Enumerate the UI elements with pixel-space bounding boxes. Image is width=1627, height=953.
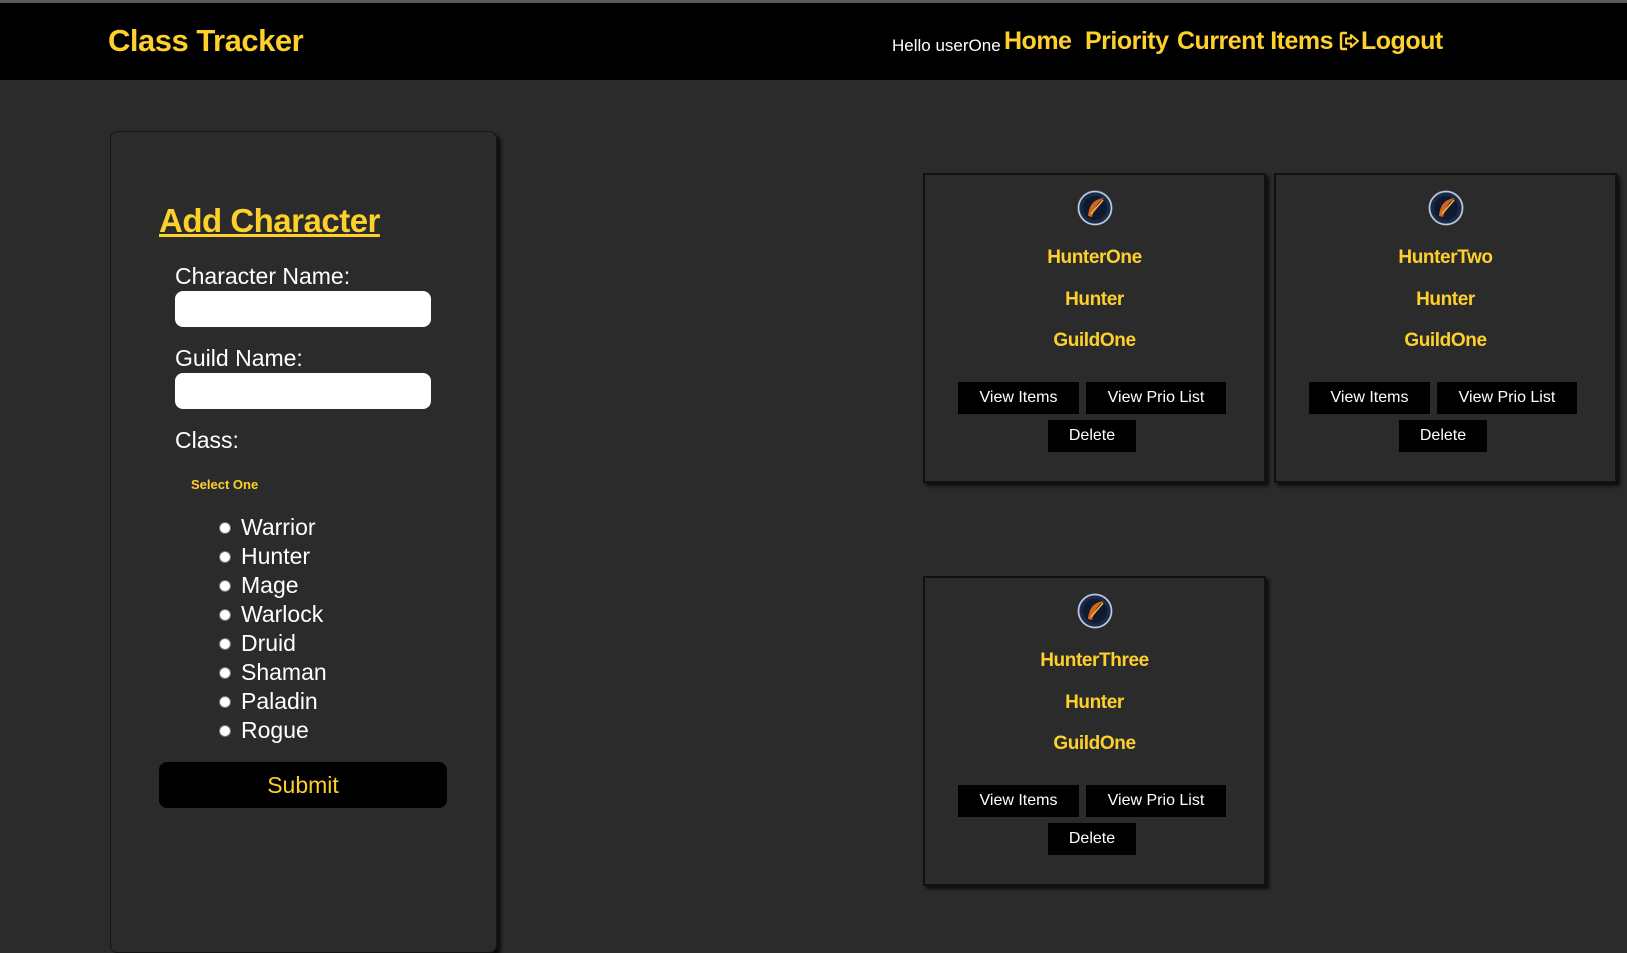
character-name-label: Character Name: [175,263,351,289]
class-option-shaman[interactable]: Shaman [219,658,327,687]
character-name: HunterTwo [1398,247,1493,268]
guild-name-label: Guild Name: [175,345,303,371]
class-option-rogue[interactable]: Rogue [219,716,327,745]
class-label: Class: [175,427,239,453]
user-greeting: Hello userOne [892,36,1001,55]
class-option-mage[interactable]: Mage [219,571,327,600]
radio-button[interactable] [219,579,231,592]
submit-button[interactable]: Submit [159,762,447,808]
radio-button[interactable] [219,521,231,534]
delete-button[interactable]: Delete [1048,823,1136,855]
view-items-button[interactable]: View Items [958,382,1079,414]
radio-button[interactable] [219,724,231,737]
guild-name-input[interactable] [175,373,431,409]
form-title: Add Character [159,202,380,239]
class-option-label: Paladin [241,688,318,714]
view-items-button[interactable]: View Items [1309,382,1430,414]
character-guild: GuildOne [1053,733,1136,754]
class-option-label: Mage [241,572,299,598]
view-prio-list-button[interactable]: View Prio List [1086,785,1226,817]
view-prio-list-button[interactable]: View Prio List [1086,382,1226,414]
nav-link-home[interactable]: Home [1004,27,1072,56]
view-items-button[interactable]: View Items [958,785,1079,817]
delete-button[interactable]: Delete [1048,420,1136,452]
logout-icon [1339,31,1359,51]
character-class: Hunter [1065,289,1124,310]
nav-link-priority[interactable]: Priority [1085,27,1169,56]
nav-link-current-items[interactable]: Current Items [1177,27,1334,56]
radio-button[interactable] [219,637,231,650]
navbar: Class Tracker Hello userOne Home Priorit… [0,3,1627,80]
radio-button[interactable] [219,550,231,563]
class-option-label: Warlock [241,601,324,627]
character-class: Hunter [1416,289,1475,310]
nav-link-logout[interactable]: Logout [1338,27,1443,56]
class-option-druid[interactable]: Druid [219,629,327,658]
radio-button[interactable] [219,695,231,708]
delete-button[interactable]: Delete [1399,420,1487,452]
class-option-paladin[interactable]: Paladin [219,687,327,716]
class-option-label: Shaman [241,659,327,685]
character-name: HunterOne [1047,247,1142,268]
hunter-class-icon [1077,190,1113,226]
character-name-input[interactable] [175,291,431,327]
class-option-label: Rogue [241,717,309,743]
character-guild: GuildOne [1404,330,1487,351]
character-guild: GuildOne [1053,330,1136,351]
radio-button[interactable] [219,608,231,621]
character-class: Hunter [1065,692,1124,713]
character-name: HunterThree [1040,650,1149,671]
hunter-class-icon [1077,593,1113,629]
class-option-hunter[interactable]: Hunter [219,542,327,571]
radio-button[interactable] [219,666,231,679]
character-card: HunterThree Hunter GuildOne View Items V… [923,576,1266,886]
logout-label: Logout [1361,27,1443,55]
character-card: HunterOne Hunter GuildOne View Items Vie… [923,173,1266,483]
class-option-label: Warrior [241,514,316,540]
view-prio-list-button[interactable]: View Prio List [1437,382,1577,414]
brand-link[interactable]: Class Tracker [108,23,304,59]
class-option-label: Hunter [241,543,311,569]
character-card: HunterTwo Hunter GuildOne View Items Vie… [1274,173,1617,483]
class-radio-group: Warrior Hunter Mage Warlock Druid Shaman… [219,513,327,745]
select-one-prompt: Select One [191,477,259,492]
class-option-label: Druid [241,630,296,656]
class-option-warrior[interactable]: Warrior [219,513,327,542]
class-option-warlock[interactable]: Warlock [219,600,327,629]
add-character-panel: Add Character Character Name: Guild Name… [110,131,497,953]
hunter-class-icon [1428,190,1464,226]
